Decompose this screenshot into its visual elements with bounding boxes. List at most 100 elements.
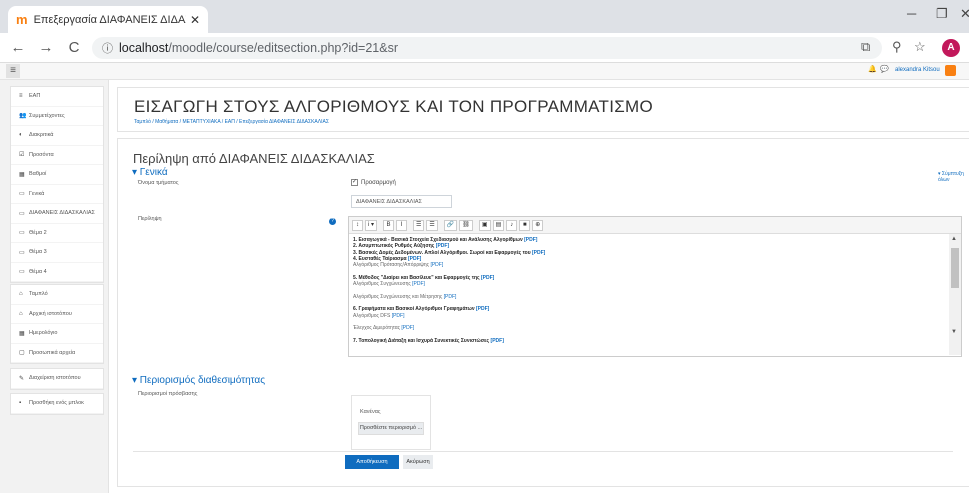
sidebar-item-icon: ▦	[19, 171, 25, 178]
messages-icon[interactable]: 💬	[880, 65, 889, 73]
pdf-link[interactable]: [PDF]	[436, 243, 449, 249]
general-legend[interactable]: ▾ Γενικά	[132, 167, 168, 178]
save-button[interactable]: Αποθήκευση αλλαγών	[345, 455, 399, 479]
sidebar-item[interactable]: ⌂ Ταμπλό	[11, 285, 103, 305]
sidebar-item[interactable]: ✎ Διαχείριση ιστοτόπου	[11, 369, 103, 389]
toolbar-button[interactable]: ▣	[478, 219, 491, 231]
sidebar-item[interactable]: ⌂ Αρχική ιστοτόπου	[11, 305, 103, 324]
forward-arrow-icon[interactable]: →	[32, 39, 60, 56]
zoom-icon[interactable]: ⚲	[892, 39, 902, 55]
sidebar-item[interactable]: 👥 Συμμετέχοντες	[11, 107, 103, 126]
pdf-link[interactable]: [PDF]	[524, 237, 537, 243]
editor-line-text: Αλγόριθμος Πρότασης/Απόρριψης	[353, 262, 431, 269]
editor-line-text: Αλγόριθμος DFS	[353, 312, 392, 319]
cancel-button[interactable]: Ακύρωση	[403, 455, 433, 469]
browser-tab[interactable]: m Επεξεργασία ΔΙΑΦΑΝΕΙΣ ΔΙΔΑΣΚ ✕	[8, 6, 208, 33]
minimize-icon[interactable]: ─	[907, 6, 916, 21]
bookmark-star-icon[interactable]: ☆	[914, 39, 926, 55]
close-window-icon[interactable]: ✕	[960, 6, 969, 22]
breadcrumb[interactable]: Ταμπλό / Μαθήματα / ΜΕΤΑΠΤΥΧΙΑΚΑ / ΕΑΠ /…	[134, 119, 329, 125]
pdf-link[interactable]: [PDF]	[481, 275, 494, 281]
sidebar-item[interactable]: ☑ Προσόντα	[11, 146, 103, 165]
toolbar-button[interactable]: 🔗	[443, 219, 458, 231]
section-name-field[interactable]: ΔΙΑΦΑΝΕΙΣ ΔΙΔΑΣΚΑΛΙΑΣ	[351, 195, 452, 208]
toolbar-button[interactable]: ⛓	[459, 219, 473, 231]
pdf-link[interactable]: [PDF]	[408, 256, 421, 262]
notification-bell-icon[interactable]: 🔔	[868, 65, 877, 73]
toolbar-button[interactable]: B	[383, 219, 395, 231]
toolbar-button[interactable]: ⊕	[532, 219, 544, 231]
toolbar-button[interactable]: ■	[519, 219, 531, 231]
add-restriction-button[interactable]: Προσθέστε περιορισμό ...	[358, 422, 424, 435]
pdf-link[interactable]: [PDF]	[412, 281, 425, 287]
help-icon[interactable]: ?	[329, 218, 336, 225]
summary-editor[interactable]: ↕ i ▾ B I ☰ ☰ 🔗 ⛓ ▣ ▤ ♪ ■ ⊕ 1. Εισαγωγικά - Βασικά Σ…	[348, 216, 962, 357]
scroll-up-icon[interactable]: ▲	[951, 236, 957, 242]
toolbar-button[interactable]: ♪	[506, 219, 518, 231]
admin-nav-block: ✎ Διαχείριση ιστοτόπου	[10, 368, 104, 390]
scroll-thumb[interactable]	[951, 248, 959, 288]
custom-name-checkbox[interactable]: ✓ Προσαρμογή	[351, 179, 396, 186]
toolbar-button[interactable]: ▤	[492, 219, 505, 231]
pdf-link[interactable]: [PDF]	[476, 306, 489, 312]
sidebar-item[interactable]: ▦ Βαθμοί	[11, 165, 103, 185]
info-icon[interactable]: ⓘ	[102, 40, 113, 56]
user-name[interactable]: alexandra Kitsou	[895, 67, 940, 73]
sidebar-item[interactable]: ▪ Προσθήκη ενός μπλοκ	[11, 394, 103, 414]
edit-section-form: Περίληψη από ΔΙΑΦΑΝΕΙΣ ΔΙΔΑΣΚΑΛΙΑΣ ▾ Σύμ…	[117, 138, 969, 487]
toolbar-button[interactable]: I	[396, 219, 408, 231]
back-arrow-icon[interactable]: ←	[4, 39, 32, 56]
restrict-access-legend[interactable]: ▾ Περιορισμός διαθεσιμότητας	[132, 375, 265, 386]
nav-drawer: ≡ ΕΑΠ 👥 Συμμετέχοντες ◐ Διακριτικά ☑ Προσόντα ▦ Β…	[0, 80, 109, 493]
reload-icon[interactable]: C	[60, 39, 88, 56]
browser-tabbar: m Επεξεργασία ΔΙΑΦΑΝΕΙΣ ΔΙΔΑΣΚ ✕ ─ ❐ ✕	[0, 0, 969, 33]
toolbar-button[interactable]: ☰	[426, 219, 438, 231]
sidebar-item-icon: ▭	[19, 210, 25, 217]
collapse-all-link[interactable]: ▾ Σύμπτυξη όλων	[938, 171, 969, 183]
editor-scrollbar[interactable]: ▲ ▼	[949, 234, 961, 355]
address-bar-row: ← → C ⓘ localhost /moodle/course/editsec…	[0, 33, 969, 63]
sidebar-item-label: Διακριτικά	[29, 132, 54, 139]
sidebar-item-icon: ☑	[19, 152, 25, 159]
checkbox-icon[interactable]: ✓	[351, 179, 358, 186]
pdf-link[interactable]: [PDF]	[491, 338, 504, 344]
sidebar-item[interactable]: ▭ Θέμα 4	[11, 263, 103, 282]
course-nav-block: ≡ ΕΑΠ 👥 Συμμετέχοντες ◐ Διακριτικά ☑ Προσόντα ▦ Β…	[10, 86, 104, 283]
tab-title: Επεξεργασία ΔΙΑΦΑΝΕΙΣ ΔΙΔΑΣΚ	[33, 13, 186, 26]
sidebar-item[interactable]: ◐ Διακριτικά	[11, 126, 103, 146]
sidebar-item[interactable]: ▢ Προσωπικά αρχεία	[11, 344, 103, 363]
sidebar-item[interactable]: ▦ Ημερολόγιο	[11, 324, 103, 344]
sidebar-item-label: Θέμα 3	[29, 249, 47, 256]
scroll-down-icon[interactable]: ▼	[951, 329, 957, 335]
tab-close-icon[interactable]: ✕	[190, 13, 200, 27]
sidebar-item[interactable]: ▭ Θέμα 3	[11, 243, 103, 263]
toolbar-button[interactable]: ☰	[413, 219, 425, 231]
new-tab-button[interactable]	[212, 6, 236, 30]
pdf-link[interactable]: [PDF]	[532, 250, 545, 256]
editor-content[interactable]: 1. Εισαγωγικά - Βασικά Στοιχεία Σχεδιασμ…	[353, 237, 943, 344]
restore-icon[interactable]: ❐	[936, 6, 948, 22]
toolbar-button[interactable]: i ▾	[365, 219, 378, 231]
restrictions-box: Κανένας Προσθέστε περιορισμό ...	[351, 395, 431, 450]
translate-icon[interactable]: ⧉	[861, 39, 870, 55]
sidebar-item-label: Ημερολόγιο	[29, 330, 58, 337]
editor-line-text: Αλγόριθμος Συγχώνευσης	[353, 281, 413, 288]
pdf-link[interactable]: [PDF]	[430, 262, 443, 268]
access-restrictions-label: Περιορισμοί πρόσβασης	[138, 391, 198, 397]
sidebar-item-icon: ✎	[19, 375, 25, 382]
editor-line-text: Αλγόριθμος Συγχώνευσης και Μέτρησης	[353, 293, 444, 300]
profile-avatar[interactable]: A	[942, 39, 960, 57]
pdf-link[interactable]: [PDF]	[401, 325, 414, 331]
toolbar-button[interactable]: ↕	[352, 219, 363, 231]
avatar[interactable]	[945, 65, 956, 76]
sidebar-item-label: Βαθμοί	[29, 171, 47, 178]
pdf-link[interactable]: [PDF]	[444, 294, 457, 300]
sidebar-item[interactable]: ▭ Γενικά	[11, 185, 103, 204]
sidebar-item[interactable]: ≡ ΕΑΠ	[11, 87, 103, 107]
sidebar-item-label: Ταμπλό	[29, 291, 48, 298]
sidebar-item[interactable]: ▭ ΔΙΑΦΑΝΕΙΣ ΔΙΔΑΣΚΑΛΙΑΣ	[11, 204, 103, 224]
sidebar-item[interactable]: ▭ Θέμα 2	[11, 224, 103, 243]
hamburger-menu-icon[interactable]: ≡	[6, 64, 20, 78]
pdf-link[interactable]: [PDF]	[392, 313, 405, 319]
url-field[interactable]: ⓘ localhost /moodle/course/editsection.p…	[92, 37, 882, 59]
